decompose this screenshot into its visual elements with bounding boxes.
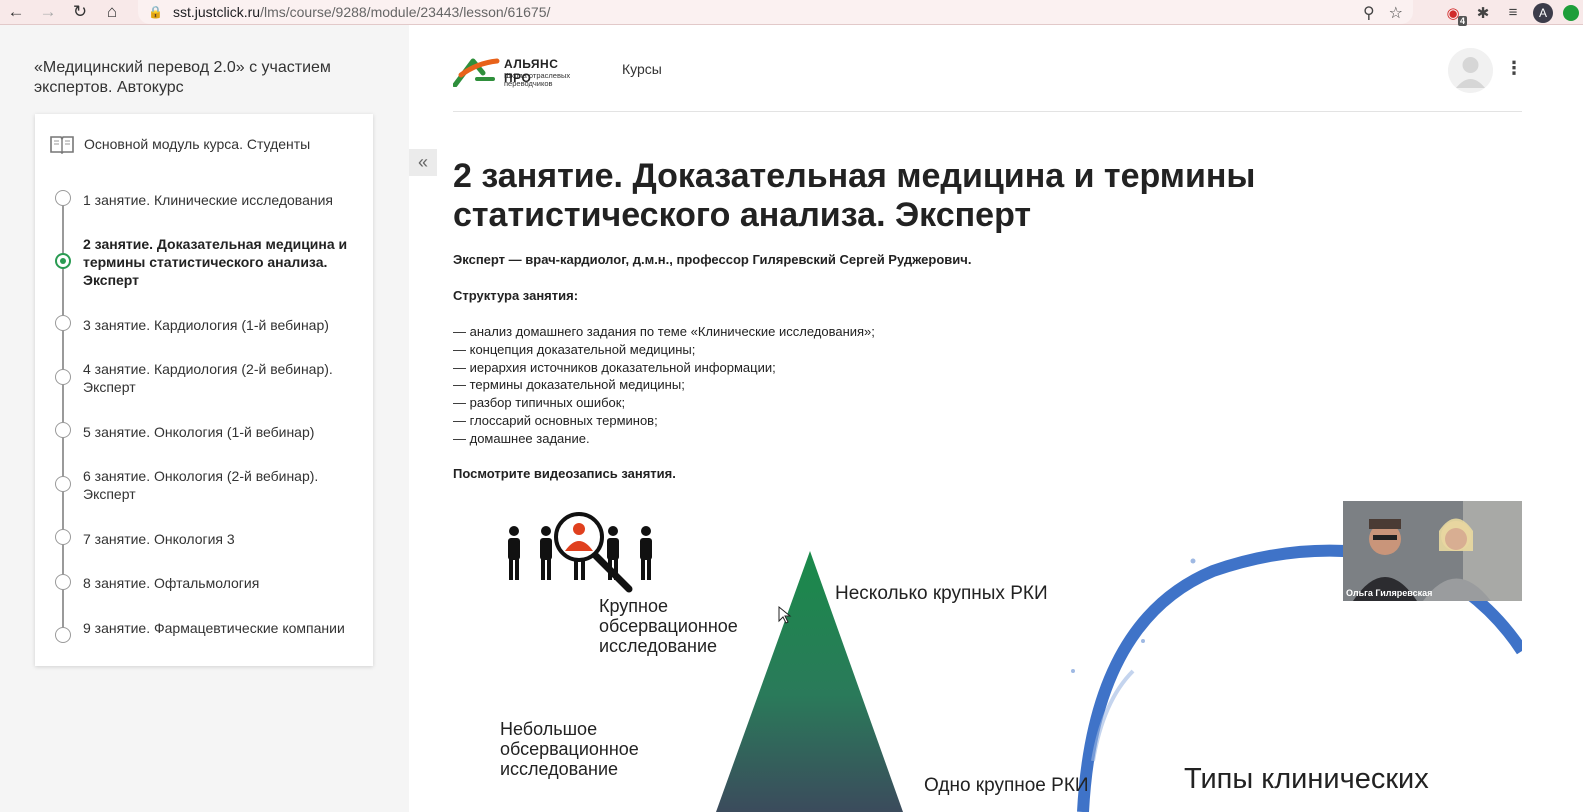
structure-item: — анализ домашнего задания по теме «Клин… — [453, 324, 875, 339]
structure-list: — анализ домашнего задания по теме «Клин… — [453, 323, 875, 448]
lesson-item-2[interactable]: 2 занятие. Доказательная медицина и терм… — [83, 235, 358, 289]
lesson-status-dot — [55, 315, 71, 331]
puzzle-icon[interactable]: ✱ — [1473, 3, 1493, 23]
home-icon[interactable]: ⌂ — [96, 0, 128, 25]
extension-icon[interactable]: ◉ 4 — [1443, 3, 1467, 26]
zoom-icon[interactable]: ⚲ — [1363, 3, 1375, 23]
lesson-item-8[interactable]: 8 занятие. Офтальмология — [83, 574, 358, 592]
slide-label: Типы клинических — [1184, 763, 1429, 795]
lesson-status-dot — [55, 627, 71, 643]
forward-icon[interactable]: → — [32, 0, 64, 25]
playlist-icon[interactable]: ≡ — [1503, 3, 1523, 23]
user-avatar[interactable] — [1448, 48, 1493, 93]
webcam-overlay: Ольга Гиляревская — [1343, 501, 1522, 601]
book-icon — [50, 136, 74, 154]
structure-item: — домашнее задание. — [453, 430, 590, 446]
lesson-list: Основной модуль курса. Студенты 1 заняти… — [35, 114, 373, 666]
lesson-status-dot — [55, 574, 71, 590]
lock-icon: 🔒 — [148, 5, 163, 19]
bookmark-star-icon[interactable]: ☆ — [1389, 3, 1403, 23]
logo-mark-icon — [452, 58, 500, 88]
browser-toolbar: ← → ↻ ⌂ 🔒 sst.justclick.ru/lms/course/92… — [0, 0, 1583, 26]
course-title[interactable]: «Медицинский перевод 2.0» с участием экс… — [34, 58, 384, 98]
structure-heading: Структура занятия: — [453, 288, 579, 303]
module-label: Основной модуль курса. Студенты — [84, 136, 311, 152]
webcam-feed — [1343, 501, 1522, 601]
structure-item: — глоссарий основных терминов; — [453, 412, 658, 428]
lesson-item-1[interactable]: 1 занятие. Клинические исследования — [83, 191, 358, 209]
lesson-status-dot-active — [55, 253, 71, 269]
reload-icon[interactable]: ↻ — [64, 0, 96, 25]
address-bar[interactable]: 🔒 sst.justclick.ru/lms/course/9288/modul… — [138, 0, 1413, 24]
back-icon[interactable]: ← — [0, 0, 32, 25]
lesson-status-dot — [55, 476, 71, 492]
structure-item: — разбор типичных ошибок; — [453, 395, 626, 411]
lesson-item-3[interactable]: 3 занятие. Кардиология (1-й вебинар) — [83, 316, 358, 334]
speaker-label: Ольга Гиляревская — [1346, 588, 1433, 598]
header-divider — [453, 111, 1522, 112]
profile-avatar[interactable]: A — [1533, 2, 1553, 23]
logo-tagline: Школа отраслевых переводчиков — [504, 71, 571, 88]
lesson-status-dot — [55, 529, 71, 545]
user-avatar-icon — [1448, 48, 1493, 93]
video-player[interactable]: Несколько крупных РКИ Крупное обсервацио… — [453, 501, 1522, 812]
lesson-status-dot — [55, 190, 71, 206]
lesson-item-7[interactable]: 7 занятие. Онкология 3 — [83, 530, 358, 548]
lesson-title: 2 занятие. Доказательная медицина и терм… — [453, 157, 1256, 234]
watch-prompt: Посмотрите видеозапись занятия. — [453, 466, 676, 481]
slide-label: Одно крупное РКИ — [924, 775, 1089, 796]
lesson-status-dot — [55, 422, 71, 438]
expert-info: Эксперт — врач-кардиолог, д.м.н., профес… — [453, 252, 972, 267]
structure-item: — концепция доказательной медицины; — [453, 341, 696, 357]
collapse-sidebar-icon[interactable]: « — [409, 149, 437, 176]
slide-label: Небольшое обсервационное исследование — [500, 719, 639, 779]
course-sidebar: «Медицинский перевод 2.0» с участием экс… — [0, 25, 409, 812]
lesson-item-9[interactable]: 9 занятие. Фармацевтические компании — [83, 619, 358, 637]
url-text[interactable]: sst.justclick.ru/lms/course/9288/module/… — [173, 4, 550, 20]
lesson-item-4[interactable]: 4 занятие. Кардиология (2-й вебинар). Эк… — [83, 360, 358, 396]
lesson-status-dot — [55, 369, 71, 385]
structure-item: — иерархия источников доказательной инфо… — [453, 359, 776, 375]
site-logo[interactable]: АЛЬЯНС ПРО Школа отраслевых переводчиков — [452, 55, 589, 88]
nav-courses-link[interactable]: Курсы — [622, 61, 662, 77]
slide-label: Несколько крупных РКИ — [835, 583, 1048, 604]
update-icon[interactable] — [1563, 4, 1579, 21]
module-header[interactable]: Основной модуль курса. Студенты — [49, 134, 310, 154]
structure-item: — термины доказательной медицины; — [453, 377, 685, 393]
lesson-item-6[interactable]: 6 занятие. Онкология (2-й вебинар). Эксп… — [83, 467, 358, 503]
more-menu-icon[interactable]: ⋮ — [1505, 58, 1523, 78]
lesson-item-5[interactable]: 5 занятие. Онкология (1-й вебинар) — [83, 423, 358, 441]
slide-label: Крупное обсервационное исследование — [599, 596, 738, 656]
